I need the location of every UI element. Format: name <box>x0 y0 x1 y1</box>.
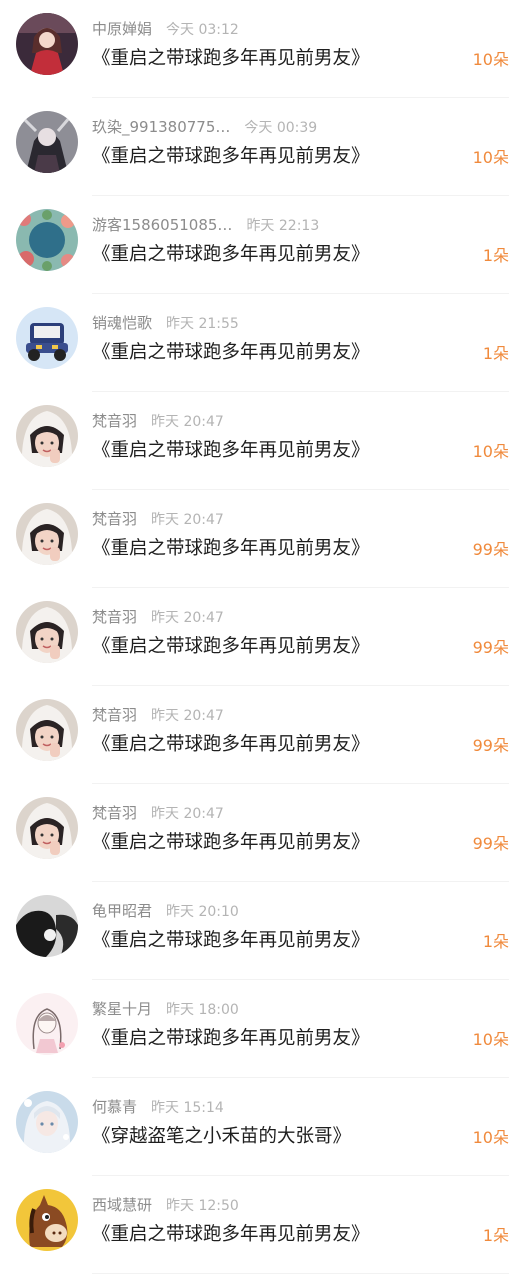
gift-time: 今天 00:39 <box>244 120 318 136</box>
gift-time: 今天 03:12 <box>166 22 239 38</box>
book-title[interactable]: 《穿越盗笔之小禾苗的大张哥》 <box>92 1124 351 1150</box>
book-title[interactable]: 《重启之带球跑多年再见前男友》 <box>92 1222 370 1248</box>
user-name[interactable]: 梵音羽 <box>92 510 137 528</box>
item-meta: 梵音羽 昨天 20:47 <box>92 508 224 530</box>
item-meta: 梵音羽 昨天 20:47 <box>92 802 224 824</box>
gift-amount: 99朵 <box>472 834 509 853</box>
girl-photo-avatar[interactable] <box>16 797 78 859</box>
book-title[interactable]: 《重启之带球跑多年再见前男友》 <box>92 242 370 268</box>
item-meta: 何慕青 昨天 15:14 <box>92 1096 224 1118</box>
bw-silhouette-avatar[interactable] <box>16 895 78 957</box>
book-title[interactable]: 《重启之带球跑多年再见前男友》 <box>92 536 370 562</box>
gift-amount: 99朵 <box>472 540 509 559</box>
item-meta: 龟甲昭君 昨天 20:10 <box>92 900 239 922</box>
gift-amount: 10朵 <box>472 1128 509 1147</box>
user-name[interactable]: 梵音羽 <box>92 804 137 822</box>
gift-time: 昨天 20:10 <box>166 904 239 920</box>
gift-list-item[interactable]: 玖染_991380775… 今天 00:39 《重启之带球跑多年再见前男友》 10… <box>0 98 525 196</box>
sketch-girl-avatar[interactable] <box>16 993 78 1055</box>
character-dark-avatar[interactable] <box>16 111 78 173</box>
toy-car-avatar[interactable] <box>16 307 78 369</box>
book-title[interactable]: 《重启之带球跑多年再见前男友》 <box>92 340 370 366</box>
gift-amount: 1朵 <box>482 1226 509 1245</box>
user-name[interactable]: 何慕青 <box>92 1098 137 1116</box>
book-title[interactable]: 《重启之带球跑多年再见前男友》 <box>92 830 370 856</box>
gift-time: 昨天 20:47 <box>151 512 224 528</box>
gift-amount: 10朵 <box>472 442 509 461</box>
book-title[interactable]: 《重启之带球跑多年再见前男友》 <box>92 438 370 464</box>
user-name[interactable]: 梵音羽 <box>92 412 137 430</box>
item-meta: 梵音羽 昨天 20:47 <box>92 704 224 726</box>
user-name[interactable]: 玖染_991380775… <box>92 118 230 136</box>
gift-amount: 99朵 <box>472 736 509 755</box>
gift-list-item[interactable]: 梵音羽 昨天 20:47 《重启之带球跑多年再见前男友》 10朵 <box>0 392 525 490</box>
user-name[interactable]: 龟甲昭君 <box>92 902 152 920</box>
book-title[interactable]: 《重启之带球跑多年再见前男友》 <box>92 928 370 954</box>
white-hair-avatar[interactable] <box>16 1091 78 1153</box>
item-meta: 销魂恺歌 昨天 21:55 <box>92 312 239 334</box>
user-name[interactable]: 梵音羽 <box>92 706 137 724</box>
floral-moon-avatar[interactable] <box>16 209 78 271</box>
book-title[interactable]: 《重启之带球跑多年再见前男友》 <box>92 144 370 170</box>
gift-list-item[interactable]: 梵音羽 昨天 20:47 《重启之带球跑多年再见前男友》 99朵 <box>0 588 525 686</box>
book-title[interactable]: 《重启之带球跑多年再见前男友》 <box>92 46 370 72</box>
girl-photo-avatar[interactable] <box>16 699 78 761</box>
item-meta: 梵音羽 昨天 20:47 <box>92 606 224 628</box>
user-name[interactable]: 繁星十月 <box>92 1000 152 1018</box>
gift-list-item[interactable]: 中原婵娟 今天 03:12 《重启之带球跑多年再见前男友》 10朵 <box>0 0 525 98</box>
book-title[interactable]: 《重启之带球跑多年再见前男友》 <box>92 634 370 660</box>
gift-time: 昨天 18:00 <box>166 1002 239 1018</box>
gift-time: 昨天 15:14 <box>151 1100 224 1116</box>
character-red-avatar[interactable] <box>16 13 78 75</box>
gift-list: 中原婵娟 今天 03:12 《重启之带球跑多年再见前男友》 10朵 玖染_9913… <box>0 0 525 1274</box>
gift-amount: 1朵 <box>482 932 509 951</box>
item-meta: 繁星十月 昨天 18:00 <box>92 998 239 1020</box>
item-meta: 游客1586051085… 昨天 22:13 <box>92 214 319 236</box>
gift-time: 昨天 22:13 <box>246 218 320 234</box>
girl-photo-avatar[interactable] <box>16 601 78 663</box>
horse-cartoon-avatar[interactable] <box>16 1189 78 1251</box>
user-name[interactable]: 销魂恺歌 <box>92 314 152 332</box>
gift-time: 昨天 20:47 <box>151 414 224 430</box>
item-meta: 中原婵娟 今天 03:12 <box>92 18 239 40</box>
item-meta: 梵音羽 昨天 20:47 <box>92 410 224 432</box>
gift-list-item[interactable]: 繁星十月 昨天 18:00 《重启之带球跑多年再见前男友》 10朵 <box>0 980 525 1078</box>
item-meta: 西域慧研 昨天 12:50 <box>92 1194 239 1216</box>
gift-list-item[interactable]: 销魂恺歌 昨天 21:55 《重启之带球跑多年再见前男友》 1朵 <box>0 294 525 392</box>
gift-time: 昨天 20:47 <box>151 806 224 822</box>
gift-time: 昨天 20:47 <box>151 708 224 724</box>
user-name[interactable]: 游客1586051085… <box>92 216 232 234</box>
book-title[interactable]: 《重启之带球跑多年再见前男友》 <box>92 1026 370 1052</box>
gift-time: 昨天 21:55 <box>166 316 239 332</box>
gift-list-item[interactable]: 龟甲昭君 昨天 20:10 《重启之带球跑多年再见前男友》 1朵 <box>0 882 525 980</box>
girl-photo-avatar[interactable] <box>16 503 78 565</box>
user-name[interactable]: 中原婵娟 <box>92 20 152 38</box>
gift-list-item[interactable]: 梵音羽 昨天 20:47 《重启之带球跑多年再见前男友》 99朵 <box>0 490 525 588</box>
gift-list-item[interactable]: 梵音羽 昨天 20:47 《重启之带球跑多年再见前男友》 99朵 <box>0 784 525 882</box>
gift-amount: 1朵 <box>482 246 509 265</box>
gift-amount: 10朵 <box>472 50 509 69</box>
user-name[interactable]: 西域慧研 <box>92 1196 152 1214</box>
gift-list-item[interactable]: 梵音羽 昨天 20:47 《重启之带球跑多年再见前男友》 99朵 <box>0 686 525 784</box>
user-name[interactable]: 梵音羽 <box>92 608 137 626</box>
gift-time: 昨天 12:50 <box>166 1198 239 1214</box>
girl-photo-avatar[interactable] <box>16 405 78 467</box>
gift-amount: 10朵 <box>472 148 509 167</box>
gift-time: 昨天 20:47 <box>151 610 224 626</box>
gift-amount: 1朵 <box>482 344 509 363</box>
gift-list-item[interactable]: 何慕青 昨天 15:14 《穿越盗笔之小禾苗的大张哥》 10朵 <box>0 1078 525 1176</box>
gift-amount: 99朵 <box>472 638 509 657</box>
gift-amount: 10朵 <box>472 1030 509 1049</box>
item-meta: 玖染_991380775… 今天 00:39 <box>92 116 317 138</box>
gift-list-item[interactable]: 游客1586051085… 昨天 22:13 《重启之带球跑多年再见前男友》 1朵 <box>0 196 525 294</box>
divider <box>92 1273 509 1274</box>
book-title[interactable]: 《重启之带球跑多年再见前男友》 <box>92 732 370 758</box>
gift-list-item[interactable]: 西域慧研 昨天 12:50 《重启之带球跑多年再见前男友》 1朵 <box>0 1176 525 1274</box>
